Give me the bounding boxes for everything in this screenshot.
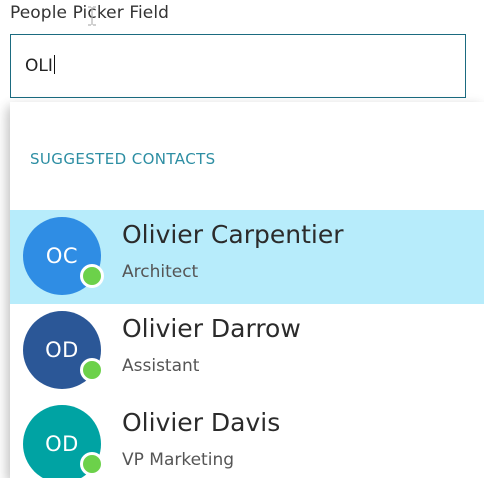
contact-item-olivier-darrow[interactable]: OD Olivier Darrow Assistant <box>10 304 484 398</box>
contact-name: Olivier Davis <box>122 408 281 437</box>
avatar-initials: OC <box>45 244 79 268</box>
input-value-text: OLI <box>25 56 53 76</box>
suggested-contacts-header: SUGGESTED CONTACTS <box>30 150 216 168</box>
presence-online-icon <box>80 358 104 382</box>
contact-title: Architect <box>122 262 199 282</box>
contact-item-olivier-davis[interactable]: OD Olivier Davis VP Marketing <box>10 398 484 478</box>
avatar-initials: OD <box>45 338 79 362</box>
contact-name: Olivier Carpentier <box>122 220 344 249</box>
contact-item-olivier-carpentier[interactable]: OC Olivier Carpentier Architect <box>10 210 484 304</box>
text-caret <box>53 55 55 74</box>
avatar-initials: OD <box>45 432 79 456</box>
contact-title: VP Marketing <box>122 450 235 470</box>
suggestions-dropdown: SUGGESTED CONTACTS OC Olivier Carpentier… <box>10 102 484 478</box>
ibeam-cursor-icon <box>88 6 96 26</box>
input-value[interactable]: OLI <box>25 55 55 76</box>
contact-name: Olivier Darrow <box>122 314 301 343</box>
people-picker-input[interactable]: OLI <box>10 34 466 98</box>
presence-online-icon <box>80 452 104 476</box>
contact-title: Assistant <box>122 356 200 376</box>
presence-online-icon <box>80 264 104 288</box>
people-picker-page: People Picker Field OLI SUGGESTED CONTAC… <box>0 0 484 478</box>
